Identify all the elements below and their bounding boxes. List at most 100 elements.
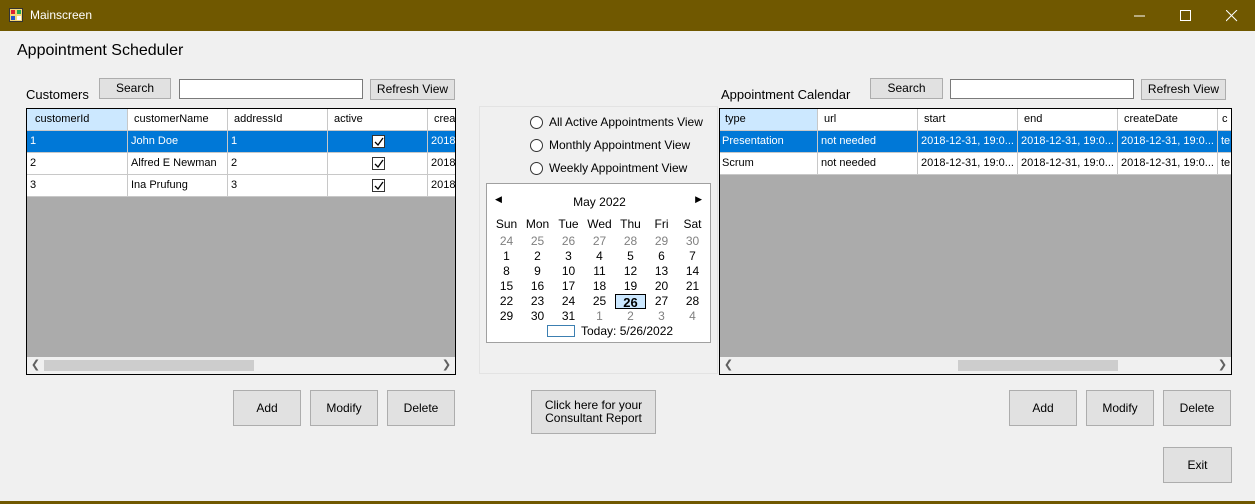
table-row[interactable]: Scrum not needed 2018-12-31, 19:0... 201… [720,153,1231,175]
calendar-day[interactable]: 13 [646,264,677,279]
cell-end[interactable]: 2018-12-31, 19:0... [1018,131,1118,153]
add-appointment-button[interactable]: Add [1009,390,1077,426]
active-checkbox[interactable] [372,135,385,148]
cell-active[interactable] [328,153,428,175]
table-row[interactable]: 2 Alfred E Newman 2 2018 [27,153,455,175]
calendar-month-label[interactable]: May 2022 [487,195,712,209]
cell-url[interactable]: not needed [818,131,918,153]
calendar-day[interactable]: 26 [553,234,584,249]
appointments-refresh-button[interactable]: Refresh View [1141,79,1226,100]
column-header-active[interactable]: active [328,109,428,131]
calendar-day[interactable]: 3 [553,249,584,264]
customers-search-input[interactable] [179,79,363,99]
cell-customername[interactable]: John Doe [128,131,228,153]
calendar-day[interactable]: 24 [553,294,584,309]
close-button[interactable] [1209,0,1255,31]
calendar-day[interactable]: 6 [646,249,677,264]
calendar-day[interactable]: 30 [522,309,553,324]
calendar-day[interactable]: 29 [646,234,677,249]
column-header-end[interactable]: end [1018,109,1118,131]
calendar-day[interactable]: 1 [491,249,522,264]
radio-monthly-appointments[interactable]: Monthly Appointment View [530,137,690,153]
calendar-today-link[interactable]: Today: 5/26/2022 [547,324,673,338]
scroll-right-arrow-icon[interactable]: ❯ [1214,357,1231,374]
column-header-extra[interactable]: c [1218,109,1231,131]
cell-type[interactable]: Scrum [720,153,818,175]
calendar-day[interactable]: 7 [677,249,708,264]
calendar-day[interactable]: 20 [646,279,677,294]
scroll-left-arrow-icon[interactable]: ❮ [720,357,737,374]
calendar-day-today[interactable]: 26 [615,294,646,310]
calendar-day[interactable]: 5 [615,249,646,264]
cell-createdate[interactable]: 2018-12-31, 19:0... [1118,131,1218,153]
calendar-day[interactable]: 28 [615,234,646,249]
cell-createdate[interactable]: 2018 [428,153,455,175]
calendar-day[interactable]: 9 [522,264,553,279]
cell-start[interactable]: 2018-12-31, 19:0... [918,131,1018,153]
delete-customer-button[interactable]: Delete [387,390,455,426]
cell-customername[interactable]: Alfred E Newman [128,153,228,175]
customers-grid[interactable]: customerId customerName addressId active… [26,108,456,375]
column-header-type[interactable]: type [720,109,818,131]
cell-customername[interactable]: Ina Prufung [128,175,228,197]
modify-customer-button[interactable]: Modify [310,390,378,426]
customers-search-button[interactable]: Search [99,78,171,99]
calendar-day[interactable]: 27 [584,234,615,249]
calendar-day[interactable]: 18 [584,279,615,294]
cell-addressid[interactable]: 3 [228,175,328,197]
cell-customerid[interactable]: 2 [27,153,128,175]
delete-appointment-button[interactable]: Delete [1163,390,1231,426]
appointments-search-button[interactable]: Search [870,78,943,99]
cell-extra[interactable]: te [1218,153,1231,175]
calendar-day[interactable]: 1 [584,309,615,324]
calendar-day[interactable]: 22 [491,294,522,309]
consultant-report-button[interactable]: Click here for your Consultant Report [531,390,656,434]
radio-weekly-appointments[interactable]: Weekly Appointment View [530,160,687,176]
calendar-day[interactable]: 19 [615,279,646,294]
radio-all-active-appointments[interactable]: All Active Appointments View [530,114,703,130]
cell-createdate[interactable]: 2018 [428,175,455,197]
calendar-day[interactable]: 2 [615,309,646,324]
cell-active[interactable] [328,131,428,153]
table-row[interactable]: 1 John Doe 1 2018 [27,131,455,153]
cell-start[interactable]: 2018-12-31, 19:0... [918,153,1018,175]
month-calendar[interactable]: ◀ ▶ May 2022 Sun Mon Tue Wed Thu Fri Sat 24 25 2… [486,183,711,343]
cell-createdate[interactable]: 2018 [428,131,455,153]
calendar-day[interactable]: 23 [522,294,553,309]
cell-extra[interactable]: te [1218,131,1231,153]
cell-createdate[interactable]: 2018-12-31, 19:0... [1118,153,1218,175]
cell-addressid[interactable]: 2 [228,153,328,175]
calendar-day[interactable]: 10 [553,264,584,279]
cell-url[interactable]: not needed [818,153,918,175]
column-header-customerid[interactable]: customerId [27,109,128,131]
calendar-day[interactable]: 14 [677,264,708,279]
calendar-day[interactable]: 29 [491,309,522,324]
table-row[interactable]: 3 Ina Prufung 3 2018 [27,175,455,197]
add-customer-button[interactable]: Add [233,390,301,426]
calendar-day-grid[interactable]: 24 25 26 27 28 29 30 1 2 3 4 5 6 7 8 9 10 11 12 13 14 15 16 17 1… [491,234,708,324]
scrollbar-thumb[interactable] [958,360,1118,371]
calendar-day[interactable]: 4 [677,309,708,324]
column-header-url[interactable]: url [818,109,918,131]
calendar-day[interactable]: 21 [677,279,708,294]
cell-active[interactable] [328,175,428,197]
column-header-addressid[interactable]: addressId [228,109,328,131]
radio-button[interactable] [530,115,543,129]
scroll-right-arrow-icon[interactable]: ❯ [438,357,455,374]
calendar-day[interactable]: 25 [584,294,615,309]
column-header-createdate[interactable]: createDate [1118,109,1218,131]
calendar-day[interactable]: 31 [553,309,584,324]
radio-button[interactable] [530,161,543,175]
calendar-day[interactable]: 3 [646,309,677,324]
cell-customerid[interactable]: 3 [27,175,128,197]
column-header-customername[interactable]: customerName [128,109,228,131]
appointments-search-input[interactable] [950,79,1134,99]
calendar-day[interactable]: 17 [553,279,584,294]
appointments-horizontal-scrollbar[interactable]: ❮ ❯ [720,357,1231,374]
calendar-day[interactable]: 25 [522,234,553,249]
cell-end[interactable]: 2018-12-31, 19:0... [1018,153,1118,175]
column-header-createdate[interactable]: crea [428,109,455,131]
exit-button[interactable]: Exit [1163,447,1232,483]
scroll-left-arrow-icon[interactable]: ❮ [27,357,44,374]
calendar-day[interactable]: 4 [584,249,615,264]
